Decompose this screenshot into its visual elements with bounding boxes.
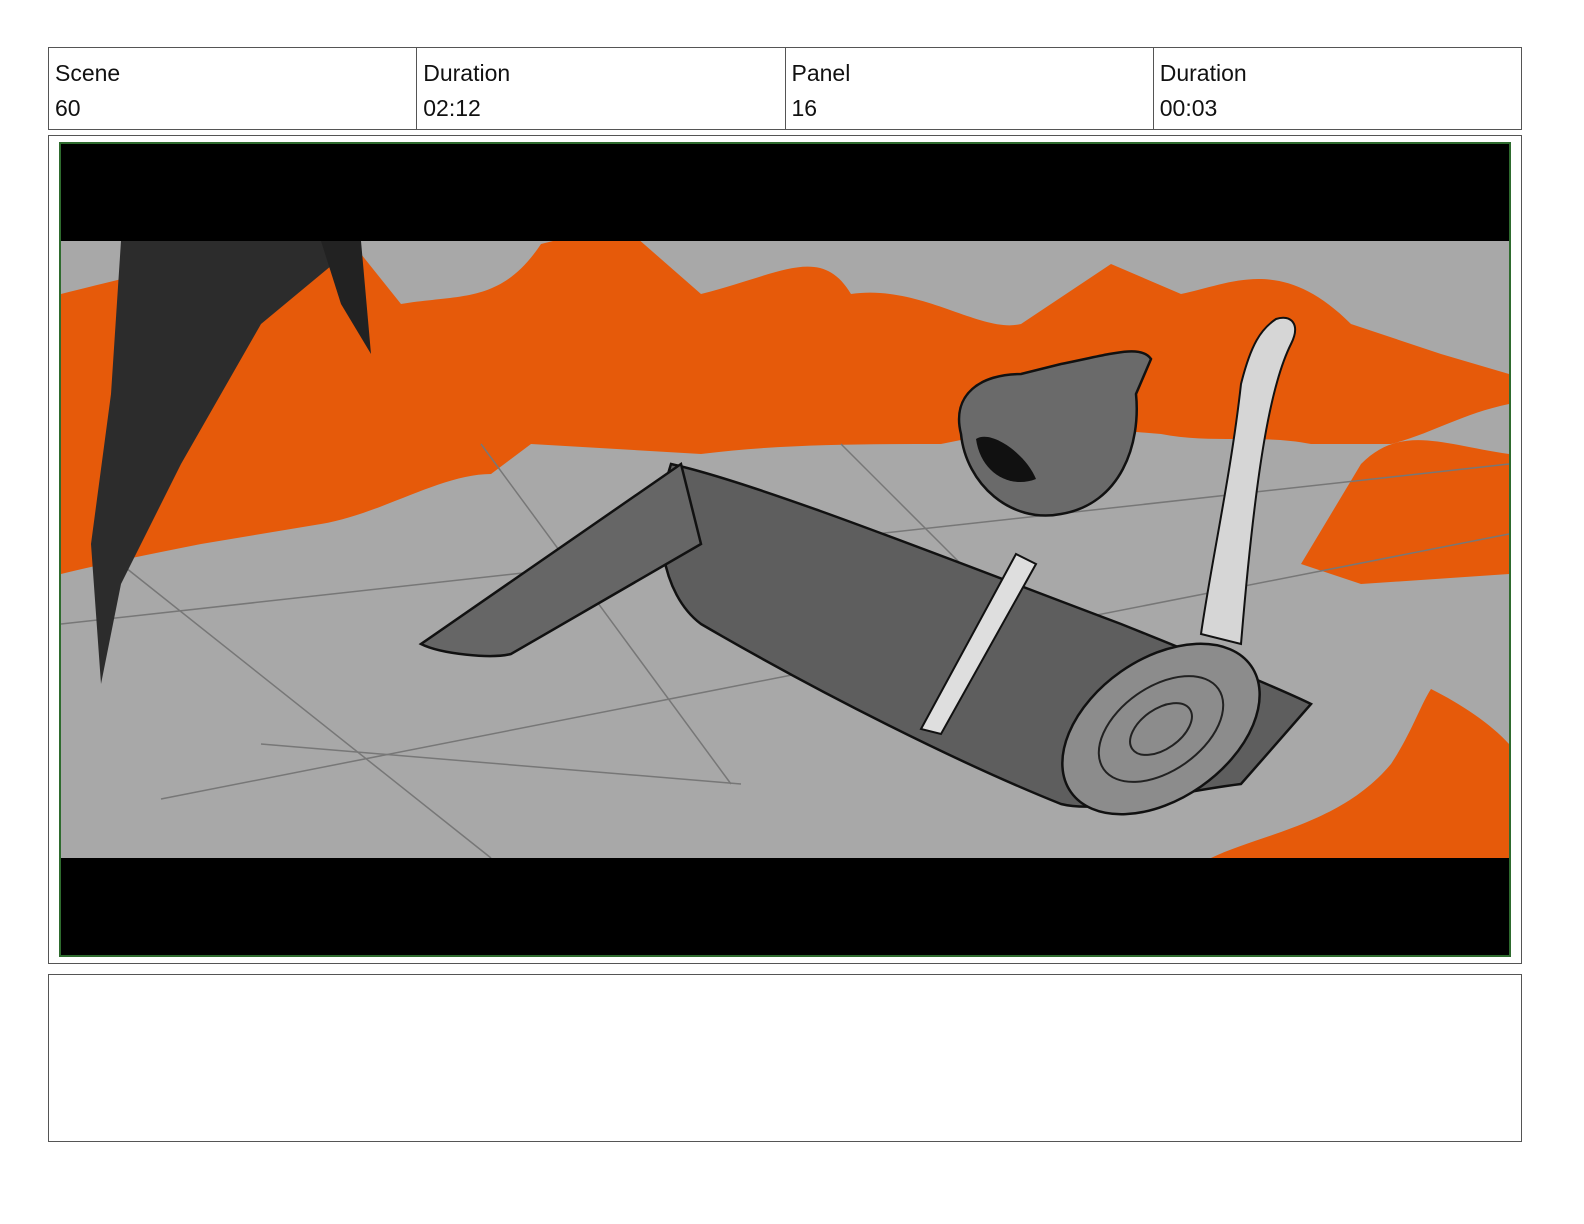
panel-cell: Panel 16 [786, 48, 1154, 129]
panel-number: 16 [791, 95, 818, 121]
scene-cell: Scene 60 [49, 48, 418, 129]
scene-duration-cell: Duration 02:12 [417, 48, 786, 129]
storyboard-drawing [59, 142, 1511, 957]
panel-duration-label: Duration [1159, 60, 1247, 86]
panel-notes-box [48, 974, 1522, 1142]
scene-number: 60 [55, 95, 81, 121]
letterbox-bottom [61, 858, 1509, 955]
letterbox-top [61, 144, 1509, 241]
panel-label: Panel [791, 60, 851, 86]
scene-duration-value: 02:12 [423, 95, 481, 121]
panel-duration-value: 00:03 [1159, 95, 1218, 121]
panel-info-table: Scene 60 Duration 02:12 Panel 16 Duratio… [48, 47, 1522, 130]
panel-duration-cell: Duration 00:03 [1154, 48, 1521, 129]
scene-content [61, 144, 1509, 955]
scene-duration-label: Duration [423, 60, 511, 86]
scene-label: Scene [55, 60, 121, 86]
storyboard-panel-frame [48, 135, 1522, 964]
